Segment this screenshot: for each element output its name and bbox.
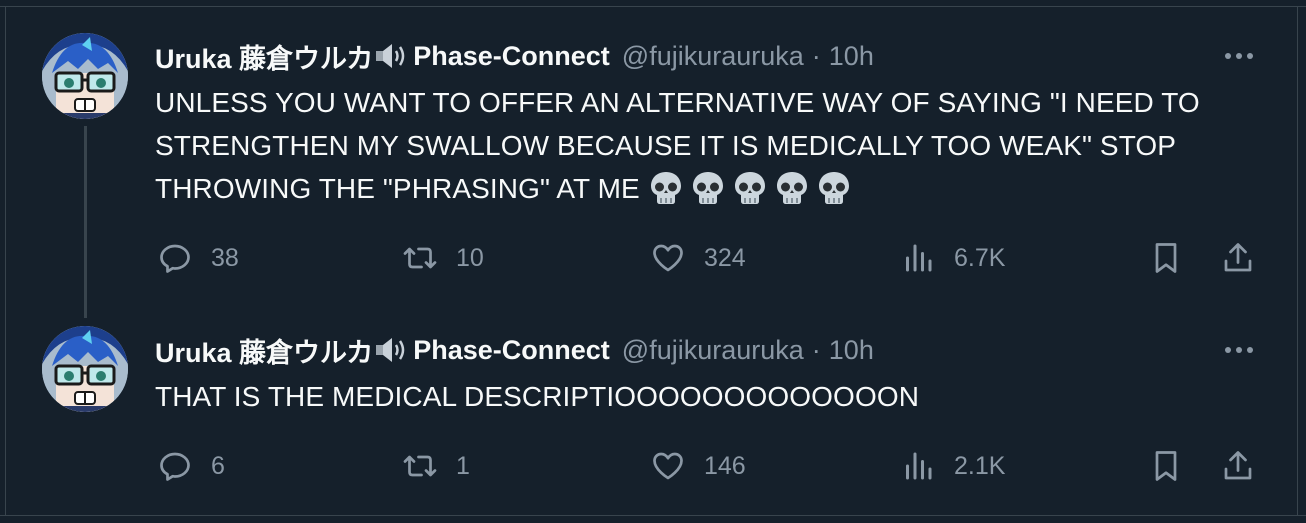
reply-count: 6 — [211, 451, 225, 480]
bookmark-icon — [1155, 451, 1177, 481]
display-name[interactable]: Uruka 藤倉ウルカ Phase-Connect — [155, 37, 610, 76]
user-handle[interactable]: @fujikurauruka — [622, 41, 804, 72]
share-icon — [1224, 243, 1252, 272]
timestamp[interactable]: 10h — [829, 335, 874, 366]
more-icon[interactable] — [1220, 338, 1258, 362]
reply-icon — [160, 244, 190, 273]
reply-icon — [160, 452, 190, 481]
views-button[interactable]: 2.1K — [900, 446, 1005, 486]
separator: · — [811, 40, 821, 71]
bookmark-button[interactable] — [1148, 238, 1184, 278]
reply-button[interactable]: 6 — [157, 446, 225, 486]
reply-count: 38 — [211, 243, 239, 272]
tweet-text: THAT IS THE MEDICAL DESCRIPTIOOOOOOOOOOO… — [155, 381, 920, 412]
skull-icon — [734, 172, 765, 204]
share-icon — [1224, 451, 1252, 480]
views-icon — [906, 244, 932, 272]
like-icon — [653, 244, 683, 272]
user-handle[interactable]: @fujikurauruka — [622, 335, 804, 366]
more-icon[interactable] — [1220, 44, 1258, 68]
view-count: 2.1K — [954, 451, 1006, 480]
tweet-header: Uruka 藤倉ウルカ Phase-Connect @fujikurauruka… — [155, 40, 874, 74]
share-button[interactable] — [1220, 238, 1256, 278]
tweet-actions: 6 1 146 2.1K — [0, 446, 1306, 486]
retweet-count: 10 — [456, 243, 484, 272]
skull-icon — [776, 172, 807, 204]
like-count: 146 — [704, 451, 746, 480]
retweet-icon — [403, 455, 437, 477]
timestamp[interactable]: 10h — [829, 41, 874, 72]
separator: · — [811, 334, 821, 365]
tweet[interactable]: Uruka 藤倉ウルカ Phase-Connect @fujikurauruka… — [0, 300, 1306, 515]
display-name[interactable]: Uruka 藤倉ウルカ Phase-Connect — [155, 331, 610, 370]
tweet-actions: 38 10 324 6.7K — [0, 238, 1306, 278]
skull-icon — [818, 172, 849, 204]
bookmark-icon — [1155, 243, 1177, 273]
tweet[interactable]: Uruka 藤倉ウルカ Phase-Connect @fujikurauruka… — [0, 0, 1306, 318]
view-count: 6.7K — [954, 243, 1006, 272]
like-count: 324 — [704, 243, 746, 272]
retweet-icon — [403, 247, 437, 269]
emoji-row — [648, 170, 852, 206]
views-icon — [906, 452, 932, 480]
reply-button[interactable]: 38 — [157, 238, 239, 278]
skull-icon — [692, 172, 723, 204]
thread-connector — [84, 126, 87, 318]
like-button[interactable]: 324 — [650, 238, 746, 278]
views-button[interactable]: 6.7K — [900, 238, 1005, 278]
tweet-thread: Uruka 藤倉ウルカ Phase-Connect @fujikurauruka… — [0, 0, 1306, 523]
retweet-count: 1 — [456, 451, 470, 480]
tweet-header: Uruka 藤倉ウルカ Phase-Connect @fujikurauruka… — [155, 334, 874, 368]
like-icon — [653, 452, 683, 480]
tweet-text: UNLESS YOU WANT TO OFFER AN ALTERNATIVE … — [155, 87, 1200, 206]
speaker-icon — [376, 338, 405, 362]
avatar[interactable] — [42, 33, 128, 119]
retweet-button[interactable]: 10 — [402, 238, 484, 278]
like-button[interactable]: 146 — [650, 446, 746, 486]
bookmark-button[interactable] — [1148, 446, 1184, 486]
retweet-button[interactable]: 1 — [402, 446, 470, 486]
skull-icon — [650, 172, 681, 204]
speaker-icon — [376, 44, 405, 68]
share-button[interactable] — [1220, 446, 1256, 486]
divider — [0, 515, 1306, 516]
avatar[interactable] — [42, 326, 128, 412]
